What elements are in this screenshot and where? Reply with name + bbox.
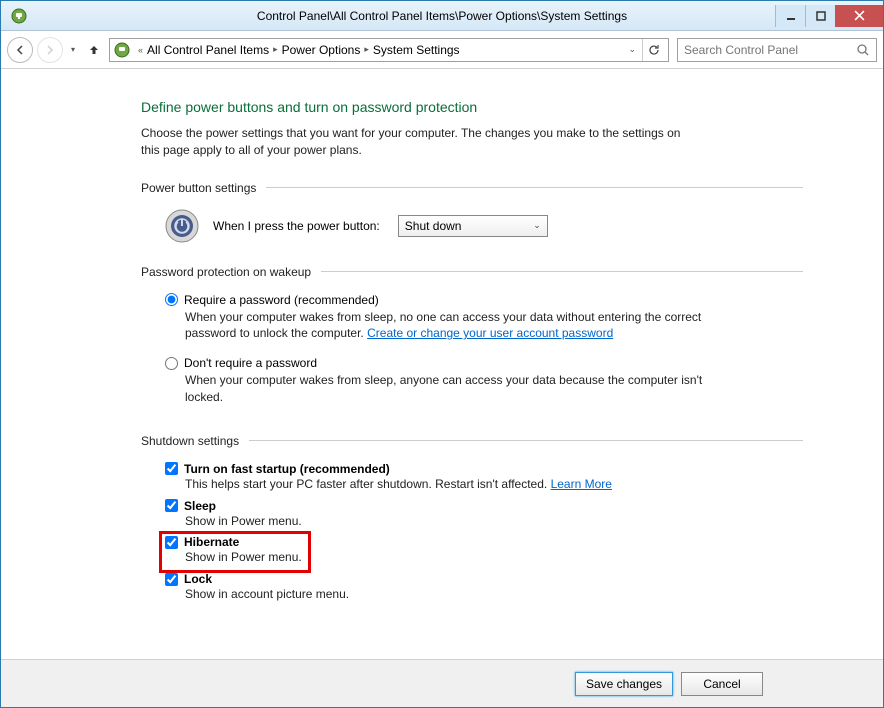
checkbox-description: Show in account picture menu. <box>185 586 803 603</box>
back-button[interactable] <box>7 37 33 63</box>
divider <box>321 271 803 272</box>
searchbox[interactable] <box>677 38 877 62</box>
window: Control Panel\All Control Panel Items\Po… <box>0 0 884 708</box>
minimize-button[interactable] <box>775 5 805 27</box>
chevron-left-icon: « <box>138 45 143 55</box>
search-icon[interactable] <box>856 43 870 57</box>
history-dropdown[interactable]: ▾ <box>71 45 75 54</box>
search-input[interactable] <box>684 43 856 57</box>
up-icon <box>87 43 101 57</box>
checkbox-hibernate: Hibernate Show in Power menu. <box>165 535 803 566</box>
breadcrumb-1[interactable]: Power Options <box>282 43 361 57</box>
maximize-icon <box>816 11 826 21</box>
footer: Save changes Cancel <box>1 659 883 707</box>
power-options-icon <box>11 8 27 24</box>
checkbox-lock-input[interactable] <box>165 573 178 586</box>
checkbox-label: Hibernate <box>184 535 239 549</box>
radio-dont-require-password: Don't require a password When your compu… <box>165 356 803 406</box>
checkbox-description: Show in Power menu. <box>185 513 803 530</box>
dropdown-value: Shut down <box>405 219 462 233</box>
power-button-label: When I press the power button: <box>213 219 380 233</box>
minimize-icon <box>786 11 796 21</box>
save-button[interactable]: Save changes <box>575 672 673 696</box>
radio-require-password: Require a password (recommended) When yo… <box>165 293 803 343</box>
breadcrumb-2[interactable]: System Settings <box>373 43 460 57</box>
chevron-right-icon: ▸ <box>364 44 369 55</box>
forward-button[interactable] <box>37 37 63 63</box>
section-title: Power button settings <box>141 181 256 195</box>
window-controls <box>775 5 883 27</box>
password-radio-group: Require a password (recommended) When yo… <box>165 293 803 406</box>
checkbox-label: Sleep <box>184 499 216 513</box>
cancel-button[interactable]: Cancel <box>681 672 763 696</box>
checkbox-label: Lock <box>184 572 212 586</box>
section-shutdown: Shutdown settings <box>141 434 803 448</box>
refresh-icon <box>648 44 660 56</box>
section-title: Shutdown settings <box>141 434 239 448</box>
radio-label: Require a password (recommended) <box>184 293 379 307</box>
radio-dont-require-password-input[interactable] <box>165 357 178 370</box>
shutdown-checkbox-group: Turn on fast startup (recommended) This … <box>165 462 803 603</box>
addressbar[interactable]: « All Control Panel Items ▸ Power Option… <box>109 38 669 62</box>
power-button-row: When I press the power button: Shut down… <box>165 209 803 243</box>
radio-description: When your computer wakes from sleep, any… <box>185 372 705 406</box>
titlebar: Control Panel\All Control Panel Items\Po… <box>1 1 883 31</box>
checkbox-sleep: Sleep Show in Power menu. <box>165 499 803 530</box>
page-title: Define power buttons and turn on passwor… <box>141 99 803 115</box>
link-change-password[interactable]: Create or change your user account passw… <box>367 326 613 340</box>
section-power-button: Power button settings <box>141 181 803 195</box>
chevron-right-icon: ▸ <box>273 44 278 55</box>
page-description: Choose the power settings that you want … <box>141 125 701 159</box>
breadcrumb-0[interactable]: All Control Panel Items <box>147 43 269 57</box>
checkbox-label: Turn on fast startup (recommended) <box>184 462 390 476</box>
forward-icon <box>44 44 56 56</box>
checkbox-description: Show in Power menu. <box>185 549 803 566</box>
radio-description: When your computer wakes from sleep, no … <box>185 309 705 343</box>
back-icon <box>14 44 26 56</box>
divider <box>249 440 803 441</box>
section-password: Password protection on wakeup <box>141 265 803 279</box>
power-options-icon <box>114 42 130 58</box>
section-title: Password protection on wakeup <box>141 265 311 279</box>
close-button[interactable] <box>835 5 883 27</box>
close-icon <box>854 10 865 21</box>
checkbox-sleep-input[interactable] <box>165 499 178 512</box>
divider <box>266 187 803 188</box>
window-title: Control Panel\All Control Panel Items\Po… <box>1 9 883 23</box>
radio-require-password-input[interactable] <box>165 293 178 306</box>
link-learn-more[interactable]: Learn More <box>551 477 612 491</box>
checkbox-description: This helps start your PC faster after sh… <box>185 476 803 493</box>
chevron-down-icon: ⌄ <box>533 220 541 231</box>
power-button-dropdown[interactable]: Shut down ⌄ <box>398 215 548 237</box>
checkbox-lock: Lock Show in account picture menu. <box>165 572 803 603</box>
address-dropdown[interactable]: ⌄ <box>622 44 642 55</box>
checkbox-fast-startup-input[interactable] <box>165 462 178 475</box>
content-area: Define power buttons and turn on passwor… <box>1 69 883 659</box>
power-button-icon <box>165 209 199 243</box>
maximize-button[interactable] <box>805 5 835 27</box>
checkbox-fast-startup: Turn on fast startup (recommended) This … <box>165 462 803 493</box>
checkbox-hibernate-input[interactable] <box>165 536 178 549</box>
radio-label: Don't require a password <box>184 356 317 370</box>
navbar: ▾ « All Control Panel Items ▸ Power Opti… <box>1 31 883 69</box>
refresh-button[interactable] <box>642 39 664 61</box>
up-button[interactable] <box>85 41 103 59</box>
